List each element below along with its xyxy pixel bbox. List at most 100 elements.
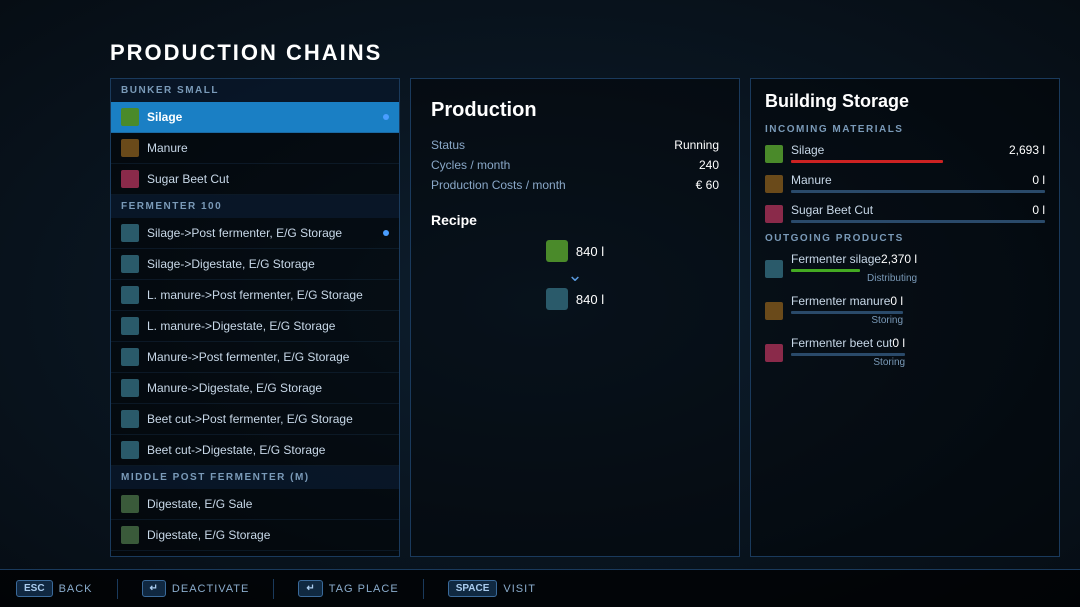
stat-value: Running (674, 138, 719, 152)
item-label: L. manure->Digestate, E/G Storage (147, 319, 389, 333)
recipe-label: Recipe (431, 212, 719, 228)
item-icon (121, 108, 139, 126)
outgoing-header: OUTGOING PRODUCTS (765, 233, 1045, 244)
incoming-list: Silage2,693 l Manure0 l Sugar Beet Cut0 l (765, 143, 1045, 223)
storage-bar (791, 190, 1045, 193)
outgoing-label: Fermenter beet cut (791, 336, 892, 350)
outgoing-name-row: Fermenter silage2,370 l (791, 252, 917, 266)
item-label: Silage (147, 110, 379, 124)
storage-item-value: 2,693 l (1009, 143, 1045, 157)
list-item[interactable]: Manure->Digestate, E/G Storage (111, 373, 399, 404)
recipe-arrow: ⌄ (567, 266, 582, 284)
outgoing-value: 0 l (892, 336, 905, 350)
outgoing-value: 0 l (890, 294, 903, 308)
key-label[interactable]: ESC (16, 580, 53, 597)
key-action-label: TAG PLACE (329, 583, 399, 595)
stat-value: € 60 (696, 178, 719, 192)
outgoing-bar (791, 311, 903, 314)
keyboard-shortcut: ↵ DEACTIVATE (142, 580, 250, 597)
list-item[interactable]: Sugar Beet Cut (111, 164, 399, 195)
item-icon (121, 286, 139, 304)
key-action-label: BACK (59, 583, 93, 595)
list-item[interactable]: Manure (111, 133, 399, 164)
item-label: Manure->Post fermenter, E/G Storage (147, 350, 389, 364)
item-label: Manure->Digestate, E/G Storage (147, 381, 389, 395)
section-header: MIDDLE POST FERMENTER (M) (111, 466, 399, 489)
list-item[interactable]: Silage->Post fermenter, E/G Storage (111, 218, 399, 249)
item-icon (121, 495, 139, 513)
outgoing-info: Fermenter silage2,370 lDistributing (791, 252, 917, 284)
item-icon (121, 224, 139, 242)
list-item[interactable]: L. manure->Post fermenter, E/G Storage (111, 280, 399, 311)
item-label: Beet cut->Post fermenter, E/G Storage (147, 412, 389, 426)
recipe-flow: 840 l ⌄ 840 l (431, 240, 719, 310)
divider (423, 579, 424, 599)
storage-item-label: Manure (791, 173, 832, 187)
outgoing-list: Fermenter silage2,370 lDistributingFerme… (765, 252, 1045, 368)
storage-bar (791, 220, 1045, 223)
item-icon (121, 441, 139, 459)
middle-panel: Production StatusRunningCycles / month24… (410, 78, 740, 557)
section-header: FERMENTER 100 (111, 195, 399, 218)
list-item[interactable]: Silage (111, 102, 399, 133)
recipe-output: 840 l (546, 288, 604, 310)
item-label: L. manure->Post fermenter, E/G Storage (147, 288, 389, 302)
list-item[interactable]: Digestate, E/G Storage (111, 520, 399, 551)
incoming-item: Manure0 l (765, 173, 1045, 193)
main-container: PRODUCTION CHAINS BUNKER SMALLSilageManu… (110, 40, 1060, 557)
list-item[interactable]: Digestate, E/G Sale (111, 489, 399, 520)
outgoing-status: Storing (791, 315, 903, 326)
recipe-input-icon (546, 240, 568, 262)
item-label: Silage->Post fermenter, E/G Storage (147, 226, 379, 240)
storage-icon (765, 145, 783, 163)
item-icon (121, 139, 139, 157)
key-label[interactable]: ↵ (142, 580, 166, 597)
item-icon (121, 410, 139, 428)
right-panel: Building Storage INCOMING MATERIALS Sila… (750, 78, 1060, 557)
key-label[interactable]: ↵ (298, 580, 322, 597)
stat-label: Production Costs / month (431, 178, 566, 192)
storage-item-info: Silage2,693 l (791, 143, 1045, 163)
key-action-label: DEACTIVATE (172, 583, 249, 595)
recipe-output-icon (546, 288, 568, 310)
outgoing-top-row: Fermenter manure0 l Storing (765, 294, 903, 326)
keyboard-shortcut: ESC BACK (16, 580, 93, 597)
list-item[interactable]: Manure->Post fermenter, E/G Storage (111, 342, 399, 373)
outgoing-info: Fermenter beet cut0 lStoring (791, 336, 905, 368)
outgoing-name-row: Fermenter manure0 l (791, 294, 903, 308)
outgoing-icon (765, 260, 783, 278)
active-dot (383, 114, 389, 120)
content-area: BUNKER SMALLSilageManureSugar Beet CutFE… (110, 78, 1060, 557)
keyboard-shortcut: ↵ TAG PLACE (298, 580, 398, 597)
active-dot (383, 230, 389, 236)
list-item[interactable]: L. manure->Digestate, E/G Storage (111, 311, 399, 342)
recipe-section: Recipe 840 l ⌄ 840 l (431, 212, 719, 310)
keyboard-shortcut: SPACE VISIT (448, 580, 536, 597)
stat-label: Status (431, 138, 465, 152)
outgoing-value: 2,370 l (881, 252, 917, 266)
item-label: Digestate, E/G Sale (147, 497, 389, 511)
list-item[interactable]: Beet cut->Digestate, E/G Storage (111, 435, 399, 466)
item-icon (121, 170, 139, 188)
item-label: Beet cut->Digestate, E/G Storage (147, 443, 389, 457)
item-label: Manure (147, 141, 389, 155)
divider (273, 579, 274, 599)
outgoing-item: Fermenter silage2,370 lDistributing (765, 252, 1045, 284)
divider (117, 579, 118, 599)
outgoing-label: Fermenter silage (791, 252, 881, 266)
left-panel: BUNKER SMALLSilageManureSugar Beet CutFE… (110, 78, 400, 557)
storage-item-info: Manure0 l (791, 173, 1045, 193)
item-icon (121, 317, 139, 335)
item-icon (121, 255, 139, 273)
key-label[interactable]: SPACE (448, 580, 498, 597)
stat-label: Cycles / month (431, 158, 510, 172)
incoming-item: Sugar Beet Cut0 l (765, 203, 1045, 223)
item-label: Digestate, E/G Storage (147, 528, 389, 542)
incoming-item: Silage2,693 l (765, 143, 1045, 163)
outgoing-icon (765, 302, 783, 320)
list-item[interactable]: Silage->Digestate, E/G Storage (111, 249, 399, 280)
item-icon (121, 348, 139, 366)
key-action-label: VISIT (503, 583, 536, 595)
storage-item-info: Sugar Beet Cut0 l (791, 203, 1045, 223)
list-item[interactable]: Beet cut->Post fermenter, E/G Storage (111, 404, 399, 435)
